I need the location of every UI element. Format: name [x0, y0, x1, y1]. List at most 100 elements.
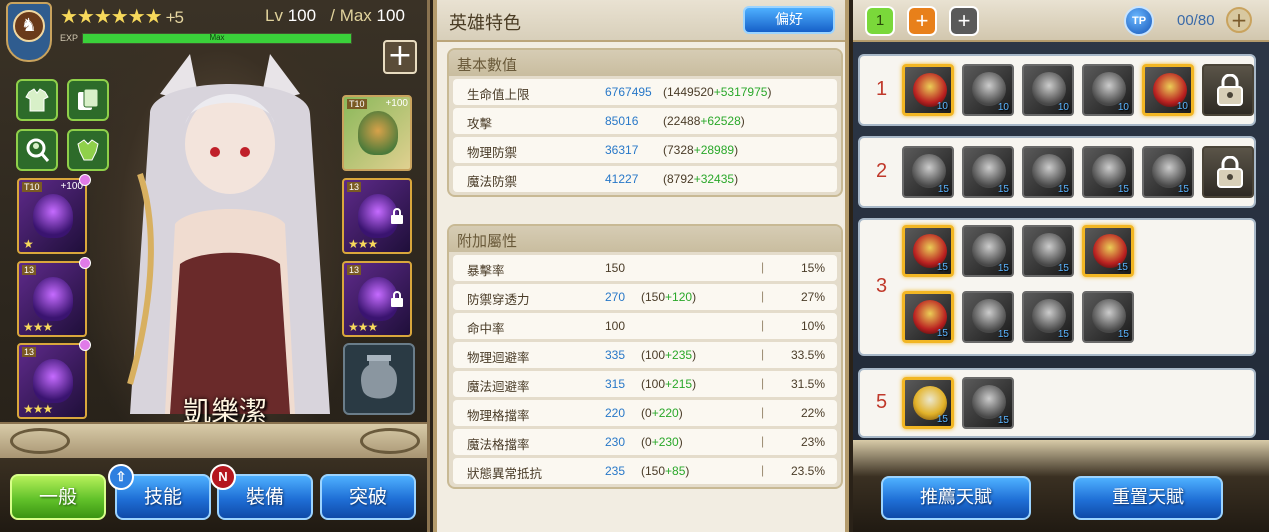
- stat-row: 暴擊率 150 | 15%: [453, 255, 837, 281]
- tab-breakthrough[interactable]: 突破: [320, 474, 416, 520]
- upgrade-arrow-icon: ⇧: [108, 464, 134, 490]
- inspect-button[interactable]: [16, 129, 58, 171]
- tier-number: 1: [876, 78, 888, 100]
- talent-skill[interactable]: 10: [1022, 64, 1074, 116]
- talent-skill[interactable]: 10: [1142, 64, 1194, 116]
- tab-general[interactable]: 一般: [10, 474, 106, 520]
- stat-name: 物理防禦: [467, 145, 518, 160]
- tp-count: 00/80: [1177, 12, 1215, 29]
- talent-skill[interactable]: 15: [1022, 291, 1074, 343]
- stat-breakdown: (100+215): [641, 377, 697, 391]
- extra-stats-title: 附加屬性: [449, 226, 841, 252]
- gear-slot-accessory[interactable]: T10 +100: [342, 95, 412, 171]
- talent-skill[interactable]: 15: [962, 291, 1014, 343]
- talent-level: 15: [1057, 184, 1069, 195]
- talent-skill[interactable]: 15: [902, 146, 954, 198]
- stat-base: 150: [645, 464, 666, 478]
- stat-value: 85016: [605, 114, 639, 128]
- stat-separator: |: [761, 463, 765, 477]
- stat-row: 魔法迴避率 315 (100+215) | 31.5%: [453, 371, 837, 397]
- talent-tier: 1 10 10 10 10 10: [858, 54, 1256, 126]
- talent-icon: [1092, 72, 1126, 106]
- helm-icon: [33, 277, 73, 321]
- stats-panel: 英雄特色 偏好 基本數值 生命值上限 6767495 (1449520+531797…: [433, 0, 849, 532]
- talent-level: 15: [1117, 329, 1129, 340]
- add-page-button-locked[interactable]: +: [949, 6, 979, 36]
- gear-slot-gloves[interactable]: 13 ★★★: [342, 261, 412, 337]
- talent-skill[interactable]: 10: [962, 64, 1014, 116]
- hero-detail-screen: ♞ ★★★★★★ +5 Lv 100 / Max 100 EXP Max + T…: [0, 0, 1269, 532]
- costume-button[interactable]: [16, 79, 58, 121]
- stat-bonus: +32435: [693, 172, 735, 186]
- talent-skill[interactable]: 15: [962, 225, 1014, 277]
- stat-base: 100: [645, 348, 666, 362]
- jar-icon: [361, 355, 397, 399]
- talent-skill[interactable]: 15: [962, 146, 1014, 198]
- talent-header: 1 + + TP 00/80 +: [853, 0, 1269, 42]
- armor-button[interactable]: [67, 129, 109, 171]
- talent-skill[interactable]: 10: [902, 64, 954, 116]
- talent-level: 15: [1116, 262, 1128, 273]
- recommend-talent-button[interactable]: 推薦天賦: [881, 476, 1031, 520]
- stat-bonus: +220: [651, 406, 679, 420]
- stat-separator: |: [761, 405, 765, 419]
- talent-level: 15: [1117, 184, 1129, 195]
- stat-base: 7328: [667, 143, 694, 157]
- collection-button[interactable]: [67, 79, 109, 121]
- gear-stars: ★★★: [348, 237, 378, 251]
- talent-level: 10: [936, 101, 948, 112]
- stat-bonus: +235: [665, 348, 693, 362]
- talent-tier: 5 15 15: [858, 368, 1256, 438]
- lock-icon: [1217, 74, 1243, 106]
- gem-icon: [79, 339, 91, 351]
- stat-breakdown: (22488+62528): [663, 114, 745, 128]
- preference-button[interactable]: 偏好: [743, 6, 835, 34]
- locked-talent-slot[interactable]: [1202, 146, 1254, 198]
- gear-slot-boots[interactable]: 13 ★★★: [17, 339, 91, 419]
- scroll-ornament: [10, 428, 70, 454]
- gear-slot-armor[interactable]: 13 ★★★: [342, 178, 412, 254]
- stat-breakdown: (1449520+5317975): [663, 85, 772, 99]
- add-page-button[interactable]: +: [907, 6, 937, 36]
- max-label: / Max: [330, 6, 372, 25]
- hero-panel: ♞ ★★★★★★ +5 Lv 100 / Max 100 EXP Max + T…: [0, 0, 430, 532]
- talent-skill[interactable]: 15: [1022, 146, 1074, 198]
- talent-level: 15: [1057, 263, 1069, 274]
- stat-separator: |: [761, 376, 765, 390]
- gear-tier: 13: [22, 347, 37, 357]
- talent-skill[interactable]: 15: [1082, 146, 1134, 198]
- talent-skill[interactable]: 15: [1142, 146, 1194, 198]
- level-label: Lv: [265, 6, 283, 25]
- locked-talent-slot[interactable]: [1202, 64, 1254, 116]
- tp-add-button[interactable]: +: [1226, 7, 1252, 33]
- hero-class-emblem[interactable]: ♞: [6, 2, 52, 62]
- talent-skill[interactable]: 10: [1082, 64, 1134, 116]
- stat-name: 防禦穿透力: [467, 292, 530, 307]
- stat-breakdown: (8792+32435): [663, 172, 739, 186]
- stat-separator: |: [761, 347, 765, 361]
- talent-skill[interactable]: 15: [1022, 225, 1074, 277]
- talent-skill[interactable]: 15: [962, 377, 1014, 429]
- gear-slot-weapon[interactable]: T10 +100 ★: [17, 174, 91, 254]
- talent-page-1[interactable]: 1: [865, 6, 895, 36]
- stat-base: 100: [645, 377, 666, 391]
- talent-skill[interactable]: 15: [1082, 291, 1134, 343]
- add-button[interactable]: +: [383, 40, 417, 74]
- stat-value: 220: [605, 406, 626, 420]
- talent-icon: [972, 154, 1006, 188]
- stat-percent: 15%: [800, 261, 825, 275]
- talent-level: 10: [1117, 102, 1129, 113]
- talent-skill[interactable]: 15: [902, 291, 954, 343]
- gear-slot-helm[interactable]: 13 ★★★: [17, 257, 91, 337]
- talent-skill[interactable]: 15: [902, 225, 954, 277]
- jar-slot[interactable]: [343, 343, 415, 415]
- magnifier-person-icon: [26, 138, 50, 162]
- stat-separator: |: [761, 260, 765, 274]
- talent-skill[interactable]: 15: [902, 377, 954, 429]
- talent-skill[interactable]: 15: [1082, 225, 1134, 277]
- reset-talent-button[interactable]: 重置天賦: [1073, 476, 1223, 520]
- stat-row: 魔法格擋率 230 (0+230) | 23%: [453, 429, 837, 455]
- stat-name: 魔法防禦: [467, 174, 518, 189]
- level-display: Lv 100 / Max 100: [265, 6, 405, 26]
- stat-percent: 10%: [800, 319, 825, 333]
